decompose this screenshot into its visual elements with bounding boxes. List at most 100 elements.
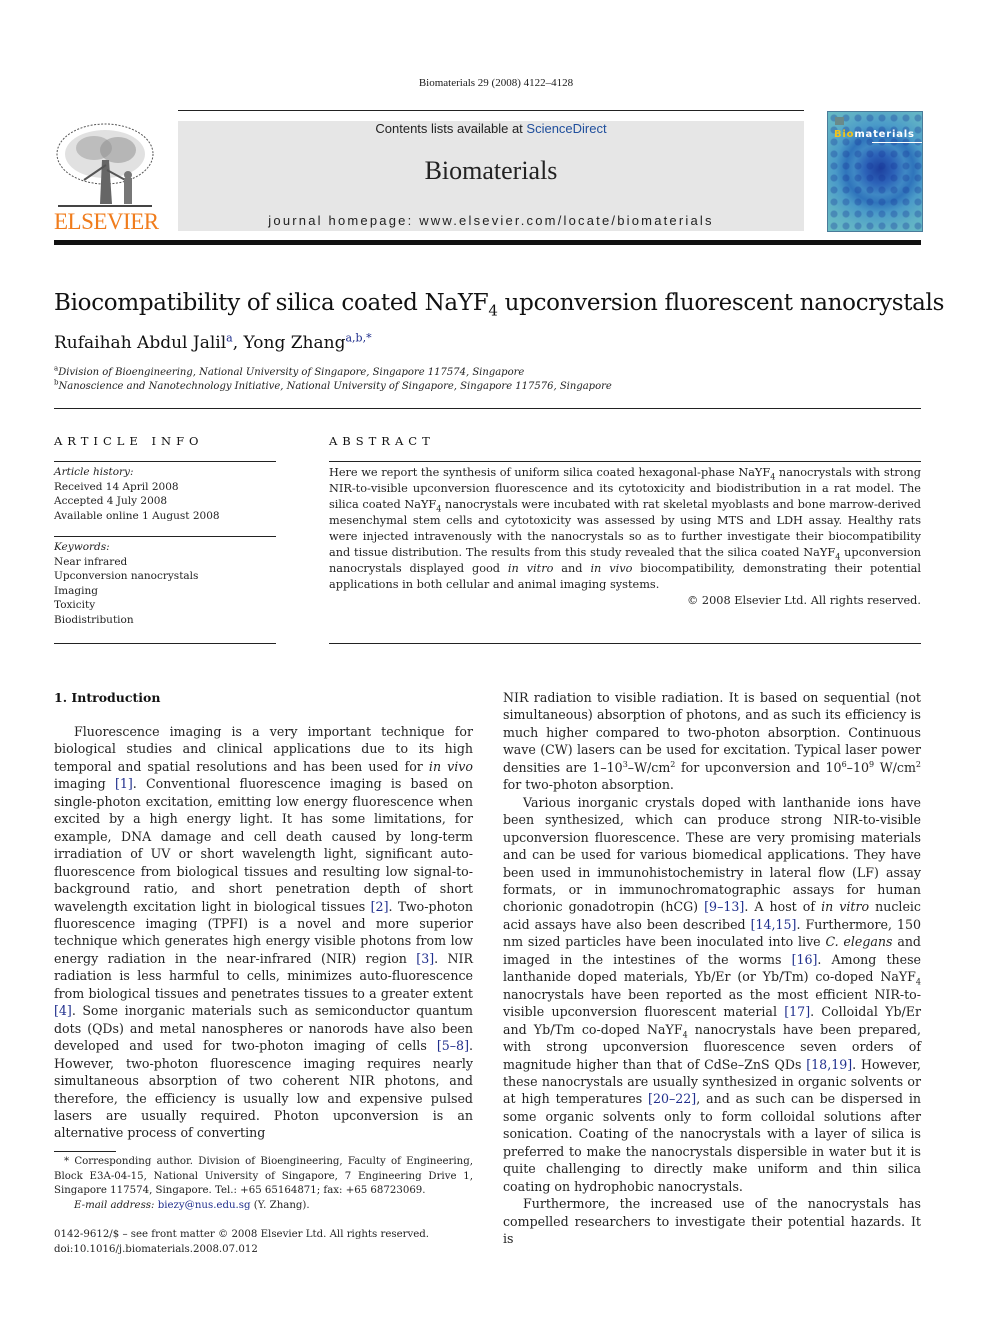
- subscript: 4: [915, 977, 921, 987]
- italic-text: in vitro: [821, 899, 870, 915]
- affiliation-text: Nanoscience and Nanotechnology Initiativ…: [58, 381, 612, 392]
- history-item: Received 14 April 2008: [54, 480, 179, 493]
- abstract-text: Here we report the synthesis of uniform …: [329, 465, 921, 593]
- keyword: Upconversion nanocrystals: [54, 570, 199, 582]
- abstract-copyright: © 2008 Elsevier Ltd. All rights reserved…: [687, 594, 921, 607]
- author-list: Rufaihah Abdul Jalila, Yong Zhanga,b,*: [54, 331, 372, 353]
- abstract-segment: Here we report the synthesis of uniform …: [329, 466, 771, 479]
- journal-homepage-link[interactable]: journal homepage: www.elsevier.com/locat…: [178, 213, 804, 228]
- author-separator: ,: [232, 333, 244, 353]
- cover-publisher-mark-icon: [835, 117, 844, 125]
- paragraph: NIR radiation to visible radiation. It i…: [503, 689, 921, 794]
- abstract-segment: and: [553, 562, 591, 575]
- journal-name: Biomaterials: [424, 156, 558, 185]
- text: Furthermore, the increased use of the na…: [503, 1196, 921, 1247]
- history-label: Article history:: [54, 466, 134, 478]
- text: . However, two-photon fluorescence imagi…: [54, 1038, 473, 1141]
- footnote-text: * Corresponding author. Division of Bioe…: [54, 1156, 473, 1196]
- text: for two-photon absorption.: [503, 777, 674, 793]
- email-suffix: (Y. Zhang).: [250, 1199, 310, 1211]
- text: imaging: [54, 776, 115, 792]
- section-divider: [54, 408, 921, 409]
- contents-availability: Contents lists available at ScienceDirec…: [178, 121, 804, 136]
- header-rule: [178, 110, 804, 111]
- title-part: upconversion fluorescent nanocrystals: [497, 290, 945, 316]
- front-matter-info: 0142-9612/$ – see front matter © 2008 El…: [54, 1228, 429, 1257]
- text: Various inorganic crystals doped with la…: [503, 794, 921, 915]
- abstract-italic: in vivo: [590, 562, 633, 575]
- reference-link[interactable]: [2]: [371, 899, 389, 914]
- article-info-heading: ARTICLE INFO: [54, 434, 204, 448]
- text: , and as such can be dispersed in some o…: [503, 1091, 921, 1194]
- reference-link[interactable]: [20–22]: [648, 1091, 696, 1106]
- author-name: Yong Zhang: [243, 333, 346, 353]
- paragraph: Various inorganic crystals doped with la…: [503, 794, 921, 1195]
- elsevier-wordmark: ELSEVIER: [54, 209, 159, 234]
- text: . Some inorganic materials such as semic…: [54, 1003, 473, 1054]
- doi-link[interactable]: doi:10.1016/j.biomaterials.2008.07.012: [54, 1243, 429, 1258]
- section-heading-introduction: 1. Introduction: [54, 690, 161, 705]
- email-link[interactable]: biezy@nus.edu.sg: [158, 1200, 251, 1211]
- affiliation-text: Division of Bioengineering, National Uni…: [58, 367, 525, 378]
- reference-link[interactable]: [9–13]: [704, 899, 744, 914]
- text: W/cm: [874, 759, 916, 775]
- journal-cover-image: Biomaterials: [827, 111, 923, 232]
- reference-link[interactable]: [1]: [115, 776, 133, 791]
- keyword: Imaging: [54, 584, 98, 597]
- corresponding-author-mark[interactable]: *: [366, 331, 372, 344]
- sciencedirect-link[interactable]: ScienceDirect: [526, 121, 606, 136]
- keywords-label: Keywords:: [54, 541, 110, 553]
- abstract-rule: [329, 643, 921, 644]
- abstract-italic: in vitro: [507, 562, 554, 575]
- superscript: 2: [915, 759, 921, 769]
- reference-link[interactable]: [18,19]: [806, 1057, 852, 1072]
- reference-link[interactable]: [3]: [416, 951, 434, 966]
- corresponding-author-footnote: * Corresponding author. Division of Bioe…: [54, 1155, 473, 1213]
- body-column-left: Fluorescence imaging is a very important…: [54, 723, 473, 1142]
- footnote-email: E-mail address: biezy@nus.edu.sg (Y. Zha…: [54, 1199, 473, 1214]
- body-column-right: NIR radiation to visible radiation. It i…: [503, 689, 921, 1248]
- paragraph: Fluorescence imaging is a very important…: [54, 723, 473, 1142]
- cover-title-rest: materials: [854, 129, 915, 140]
- email-label: E-mail address:: [74, 1199, 155, 1211]
- article-info-rule: [54, 461, 276, 462]
- text: . A host of: [744, 899, 822, 915]
- history-item: Accepted 4 July 2008: [54, 495, 168, 507]
- text: . Conventional fluorescence imaging is b…: [54, 776, 473, 914]
- italic-text: C. elegans: [825, 934, 893, 950]
- reference-link[interactable]: [16]: [792, 952, 818, 967]
- keyword: Toxicity: [54, 599, 96, 611]
- keywords: Keywords: Near infrared Upconversion nan…: [54, 540, 198, 627]
- issn-line: 0142-9612/$ – see front matter © 2008 El…: [54, 1229, 430, 1240]
- text: –10: [846, 759, 869, 775]
- affiliation: aDivision of Bioengineering, National Un…: [54, 365, 525, 378]
- reference-link[interactable]: [5–8]: [437, 1038, 469, 1053]
- journal-citation: Biomaterials 29 (2008) 4122–4128: [418, 77, 574, 89]
- keyword: Near infrared: [54, 555, 128, 568]
- article-history: Article history: Received 14 April 2008 …: [54, 465, 220, 523]
- history-item: Available online 1 August 2008: [54, 509, 220, 522]
- italic-text: in vivo: [428, 758, 473, 774]
- cover-title-highlight: Bio: [834, 129, 855, 140]
- article-info-rule: [54, 536, 276, 537]
- article-title: Biocompatibility of silica coated NaYF4 …: [54, 290, 945, 318]
- author-name: Rufaihah Abdul Jalil: [54, 333, 227, 353]
- cover-title: Biomaterials: [834, 129, 915, 140]
- author-affiliation-mark[interactable]: a,b,: [345, 331, 366, 344]
- reference-link[interactable]: [17]: [784, 1004, 810, 1019]
- abstract-rule: [329, 461, 921, 462]
- cover-underline: [872, 142, 922, 143]
- title-part: Biocompatibility of silica coated NaYF: [54, 290, 489, 316]
- article-info-rule: [54, 643, 276, 644]
- abstract-heading: ABSTRACT: [329, 434, 435, 448]
- affiliation: bNanoscience and Nanotechnology Initiati…: [54, 379, 612, 392]
- title-subscript: 4: [488, 301, 498, 320]
- text: –W/cm: [627, 759, 671, 775]
- reference-link[interactable]: [4]: [54, 1003, 72, 1018]
- text: Fluorescence imaging is a very important…: [54, 724, 473, 774]
- header-thick-rule: [54, 240, 921, 245]
- contents-prefix: Contents lists available at: [375, 121, 527, 136]
- footnote-rule: [54, 1151, 116, 1152]
- keyword: Biodistribution: [54, 613, 134, 626]
- reference-link[interactable]: [14,15]: [751, 917, 797, 932]
